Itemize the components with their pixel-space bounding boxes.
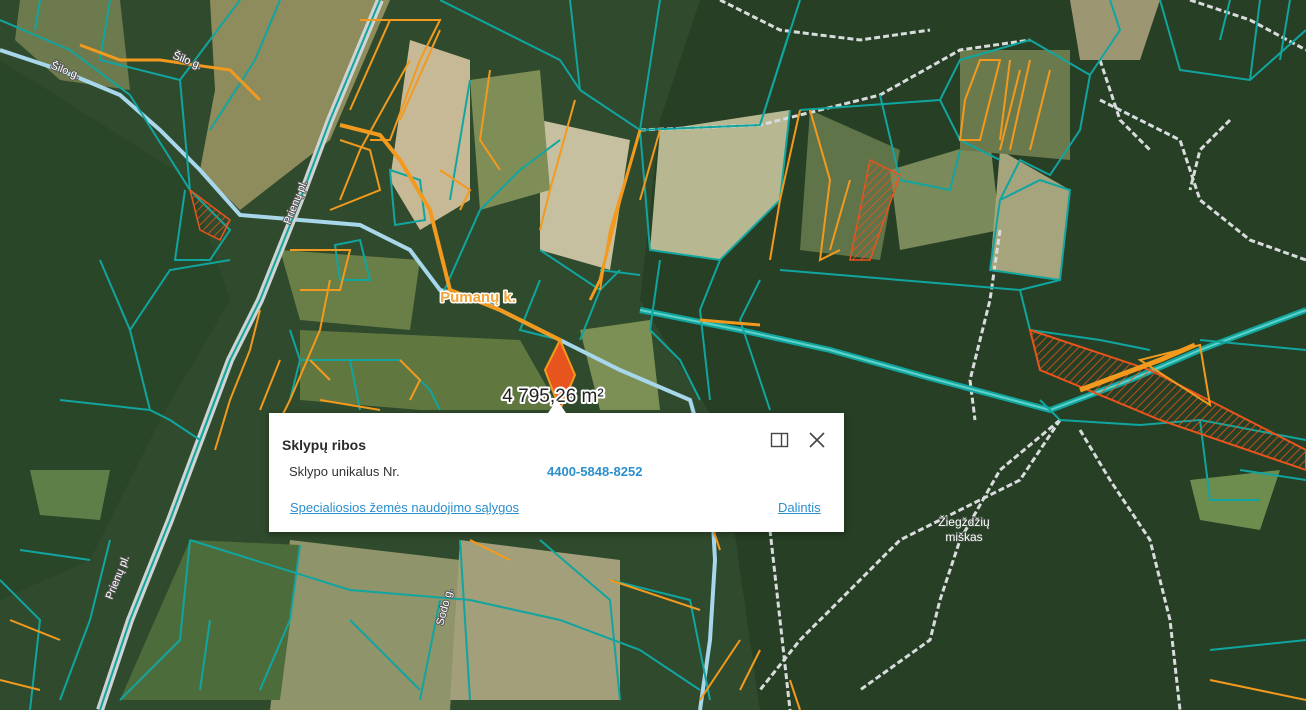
- forest-label-line2: miškas: [945, 530, 982, 544]
- field-area: [470, 70, 550, 210]
- special-land-use-conditions-link[interactable]: Specialiosios žemės naudojimo sąlygos: [290, 500, 519, 515]
- forest-label-line1: Žiegždžių: [938, 514, 990, 529]
- popup-pointer: [548, 400, 566, 413]
- field-area: [270, 540, 460, 710]
- dock-panel-button[interactable]: [769, 429, 791, 451]
- map-canvas[interactable]: Pumanų k. Žiegždžių miškas Prienų pl. Pr…: [0, 0, 1306, 710]
- field-area: [30, 470, 110, 520]
- share-link[interactable]: Dalintis: [778, 500, 821, 515]
- popup-title: Sklypų ribos: [282, 437, 367, 453]
- parcel-id-link[interactable]: 4400-5848-8252: [547, 464, 642, 479]
- close-icon: [809, 432, 825, 448]
- dock-panel-icon: [770, 432, 789, 448]
- village-label: Pumanų k.: [440, 289, 516, 306]
- map-view[interactable]: Pumanų k. Žiegždžių miškas Prienų pl. Pr…: [0, 0, 1306, 710]
- close-button[interactable]: [805, 428, 829, 452]
- field-area: [450, 540, 620, 700]
- parcel-id-label: Sklypo unikalus Nr.: [289, 464, 400, 479]
- parcel-info-popup: Sklypų ribos Sklypo unikalus Nr. 4400-58…: [269, 400, 844, 532]
